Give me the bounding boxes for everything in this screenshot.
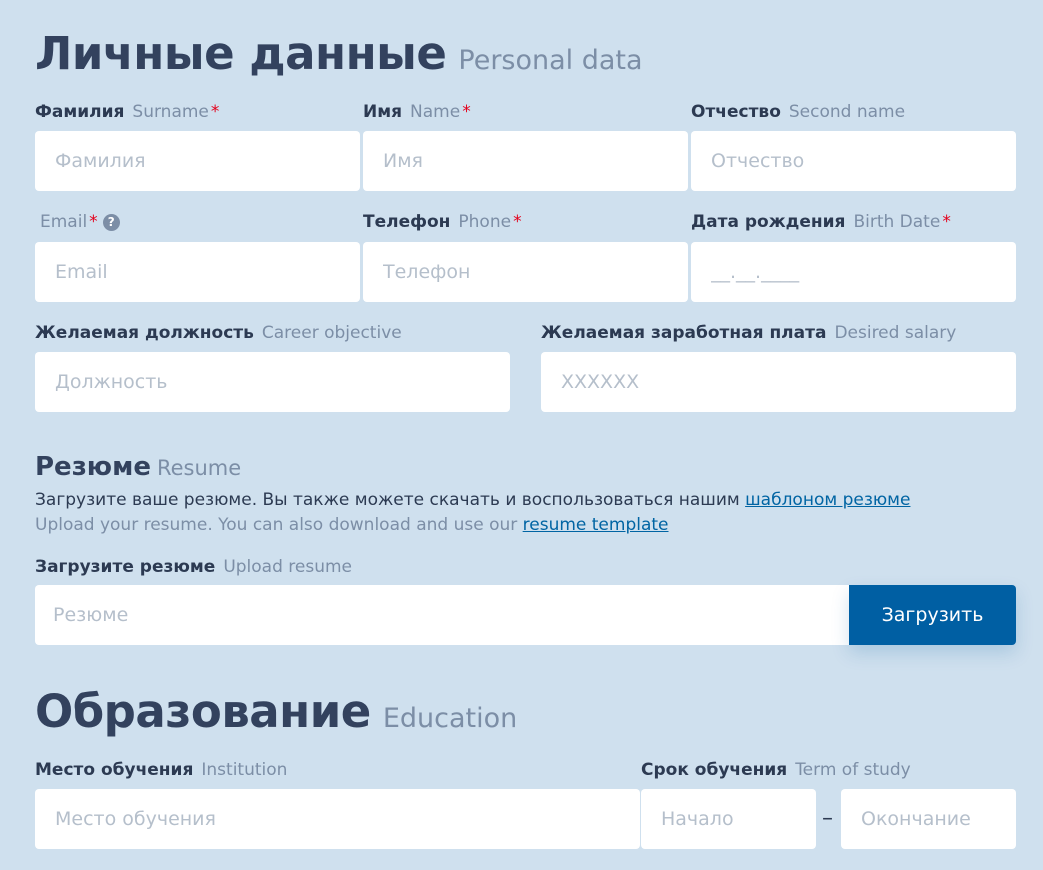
institution-label: Место обучения Institution (35, 759, 287, 781)
required-asterisk: * (942, 212, 951, 232)
name-label-en: Name (410, 102, 461, 122)
upload-resume-label-en: Upload resume (223, 557, 353, 577)
education-heading: Образование Education (35, 685, 517, 738)
education-title-en: Education (382, 703, 518, 734)
institution-input[interactable] (35, 789, 640, 849)
email-label: Email *? (40, 211, 120, 233)
study-end-input[interactable] (841, 789, 1016, 849)
resume-description-en: Upload your resume. You can also downloa… (35, 514, 669, 536)
upload-button[interactable]: Загрузить (849, 585, 1016, 645)
education-title: Образование (35, 685, 371, 738)
personal-data-title-en: Personal data (458, 45, 643, 76)
resume-template-link-en[interactable]: resume template (523, 515, 669, 535)
required-asterisk: * (462, 102, 471, 122)
resume-description-en-text: Upload your resume. You can also downloa… (35, 515, 523, 535)
second-name-input[interactable] (691, 131, 1016, 191)
term-of-study-label: Срок обучения Term of study (641, 759, 911, 781)
resume-heading: Резюме Resume (35, 452, 241, 482)
personal-data-title: Личные данные (35, 27, 447, 80)
phone-label-ru: Телефон (363, 212, 451, 232)
email-label-text: Email (40, 212, 88, 232)
name-input[interactable] (363, 131, 688, 191)
phone-input[interactable] (363, 242, 688, 302)
desired-salary-label-en: Desired salary (834, 323, 957, 343)
resume-description-ru-text: Загрузите ваше резюме. Вы также можете с… (35, 490, 746, 510)
name-label: Имя Name * (363, 101, 471, 123)
birth-date-label-en: Birth Date (853, 212, 941, 232)
application-form: Личные данные Personal data Фамилия Surnam… (0, 0, 1043, 870)
career-objective-input[interactable] (35, 352, 510, 412)
phone-label-en: Phone (458, 212, 512, 232)
surname-label-en: Surname (132, 102, 209, 122)
surname-label: Фамилия Surname * (35, 101, 219, 123)
study-start-input[interactable] (641, 789, 816, 849)
personal-data-heading: Личные данные Personal data (35, 27, 643, 80)
career-objective-label-ru: Желаемая должность (35, 323, 254, 343)
email-input[interactable] (35, 242, 360, 302)
institution-label-ru: Место обучения (35, 760, 194, 780)
career-objective-label-en: Career objective (261, 323, 402, 343)
second-name-label: Отчество Second name (691, 101, 905, 123)
resume-title-en: Resume (156, 456, 242, 480)
desired-salary-label-ru: Желаемая заработная плата (541, 323, 827, 343)
resume-template-link-ru[interactable]: шаблоном резюме (745, 490, 910, 510)
resume-description-ru: Загрузите ваше резюме. Вы также можете с… (35, 489, 910, 511)
second-name-label-en: Second name (788, 102, 906, 122)
upload-resume-label-ru: Загрузите резюме (35, 557, 216, 577)
surname-input[interactable] (35, 131, 360, 191)
second-name-label-ru: Отчество (691, 102, 781, 122)
upload-resume-label: Загрузите резюме Upload resume (35, 556, 352, 578)
desired-salary-label: Желаемая заработная плата Desired salary (541, 322, 956, 344)
birth-date-label-ru: Дата рождения (691, 212, 846, 232)
required-asterisk: * (210, 102, 220, 122)
term-of-study-label-ru: Срок обучения (641, 760, 788, 780)
name-label-ru: Имя (363, 102, 403, 122)
term-of-study-label-en: Term of study (795, 760, 911, 780)
required-asterisk: * (513, 212, 522, 232)
term-separator: – (822, 806, 833, 831)
career-objective-label: Желаемая должность Career objective (35, 322, 402, 344)
institution-label-en: Institution (201, 760, 288, 780)
resume-title: Резюме (35, 452, 151, 482)
resume-file-input[interactable] (35, 585, 851, 645)
desired-salary-input[interactable] (541, 352, 1016, 412)
birth-date-label: Дата рождения Birth Date * (691, 211, 951, 233)
phone-label: Телефон Phone * (363, 211, 522, 233)
birth-date-input[interactable] (691, 242, 1016, 302)
required-asterisk: * (89, 212, 98, 232)
help-icon[interactable]: ? (102, 214, 120, 231)
surname-label-ru: Фамилия (35, 102, 125, 122)
